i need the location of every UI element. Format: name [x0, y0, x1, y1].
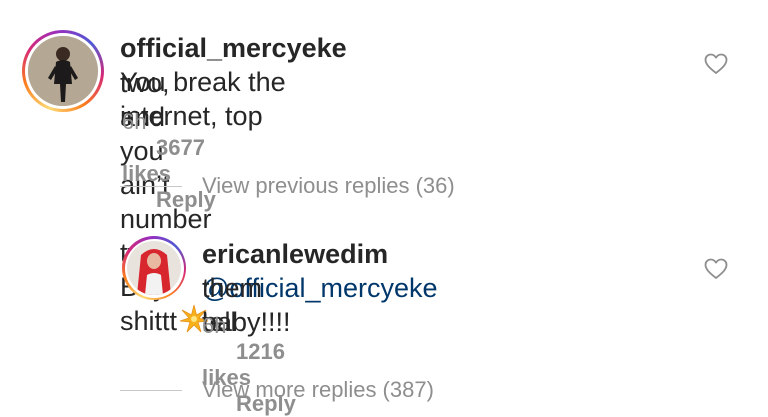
divider-line — [120, 185, 182, 187]
reply-avatar-photo — [127, 241, 181, 295]
avatar-photo — [28, 36, 98, 106]
view-previous-replies[interactable]: View previous replies (36) — [120, 172, 455, 200]
reply-username[interactable]: ericanlewedim — [202, 239, 388, 269]
view-previous-replies-label[interactable]: View previous replies (36) — [202, 173, 455, 199]
view-more-replies-label[interactable]: View more replies (387) — [202, 377, 434, 403]
view-more-replies[interactable]: View more replies (387) — [120, 376, 434, 404]
divider-line — [120, 389, 182, 391]
avatar[interactable] — [22, 30, 104, 112]
like-heart-icon[interactable] — [704, 53, 728, 75]
reply-avatar[interactable] — [122, 236, 186, 300]
reply-like-heart-icon[interactable] — [704, 258, 728, 280]
comment-username[interactable]: official_mercyeke — [120, 33, 347, 63]
reply-time: 6h — [202, 313, 227, 338]
comment-time: 6h — [122, 109, 147, 134]
